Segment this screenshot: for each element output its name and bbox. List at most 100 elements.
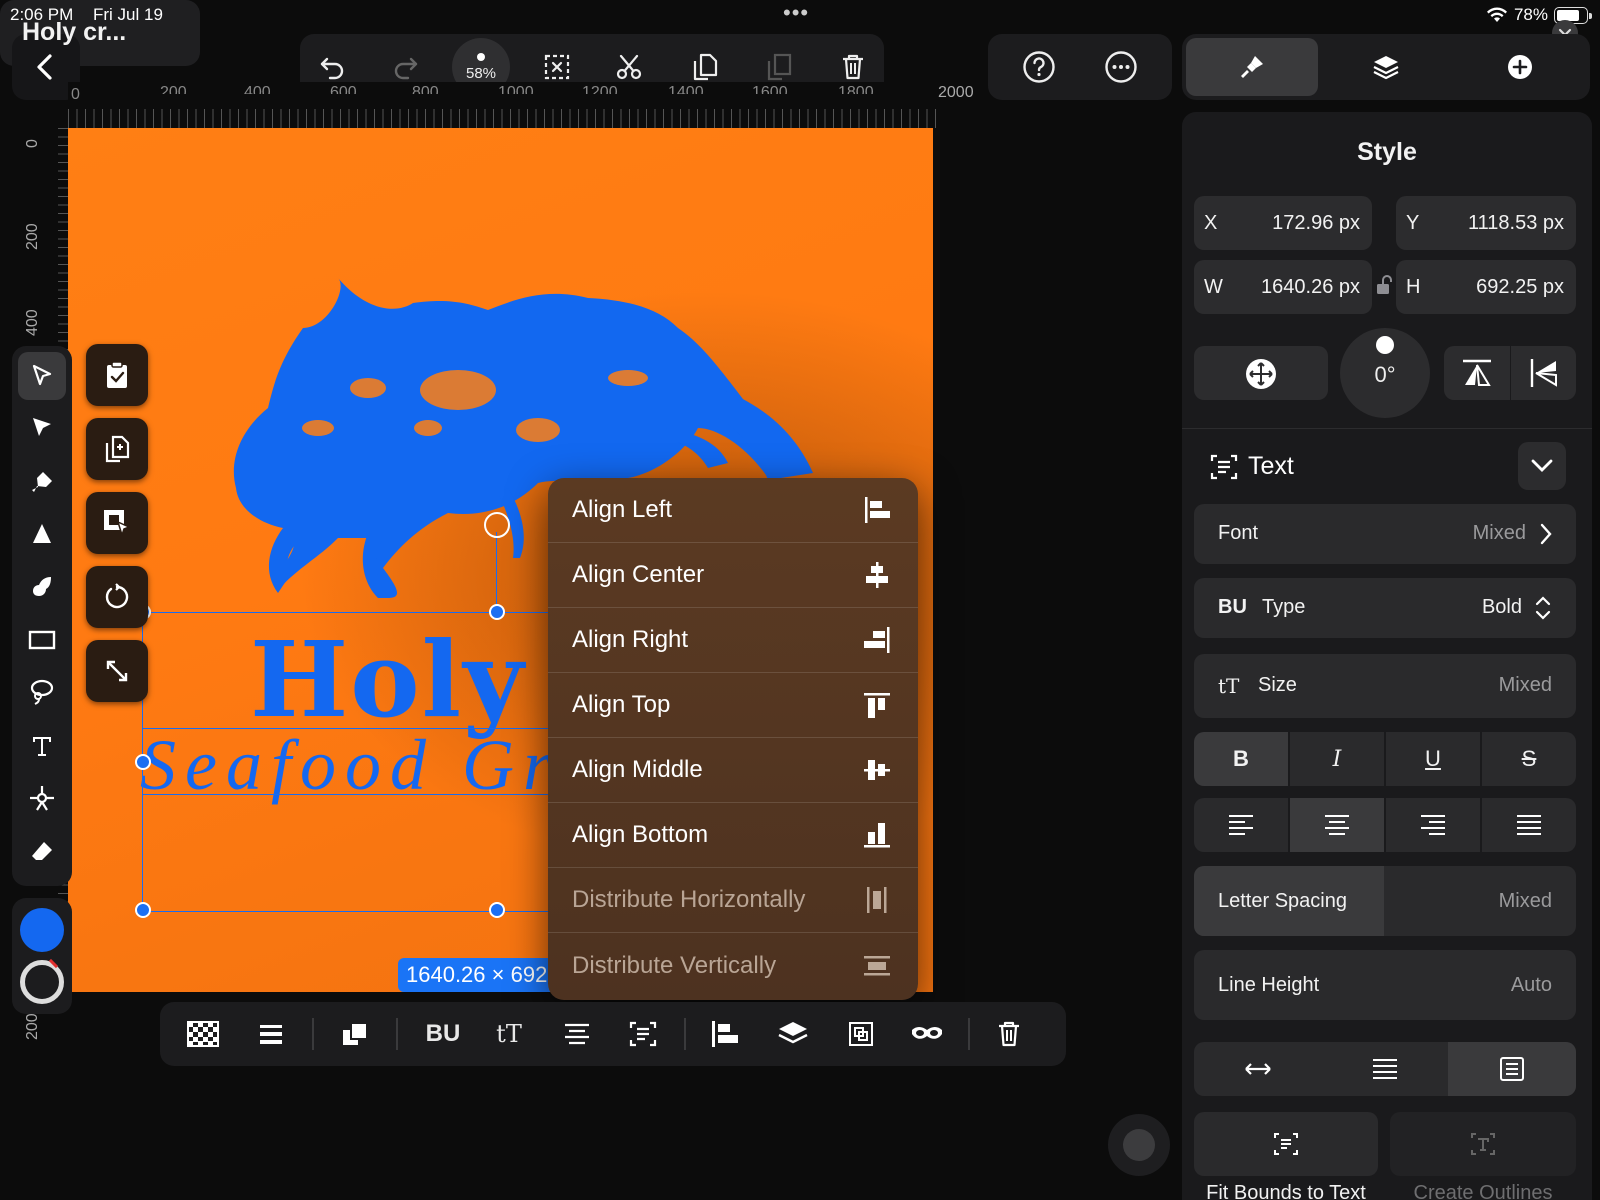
menu-item-align-right[interactable]: Align Right: [548, 608, 918, 673]
y-label: Y: [1406, 212, 1420, 234]
scale-button[interactable]: [86, 640, 148, 702]
brush-tool[interactable]: [18, 562, 66, 610]
battery-percent: 78%: [1513, 5, 1548, 24]
fixed-size-button[interactable]: [1448, 1042, 1576, 1096]
rotation-stem: [496, 532, 497, 612]
strikethrough-toggle[interactable]: S: [1482, 732, 1576, 786]
letter-spacing-row[interactable]: Letter Spacing Mixed: [1194, 866, 1576, 936]
tab-style[interactable]: [1186, 38, 1318, 96]
arrange-button[interactable]: [332, 1012, 378, 1056]
text-justify-button[interactable]: [1482, 798, 1576, 852]
type-row[interactable]: BU Type Bold: [1194, 578, 1576, 638]
auto-height-button[interactable]: [1321, 1042, 1448, 1096]
font-size-button[interactable]: tT: [486, 1012, 532, 1056]
group-button[interactable]: [838, 1012, 884, 1056]
flip-horizontal-button[interactable]: [1510, 346, 1576, 400]
align-middle-icon: [864, 760, 890, 780]
select-tool[interactable]: [18, 352, 66, 400]
ruler-tick-label: 400: [24, 309, 41, 336]
aspect-lock-button[interactable]: [1375, 274, 1393, 296]
chevron-updown-icon: [1535, 596, 1551, 620]
move-button[interactable]: [1194, 346, 1328, 400]
menu-item-align-middle[interactable]: Align Middle: [548, 738, 918, 803]
style-panel: Style X 172.96 px Y 1118.53 px W 1640.26…: [1182, 112, 1592, 1200]
menu-item-align-center[interactable]: Align Center: [548, 543, 918, 608]
text-frame-icon: [629, 1021, 657, 1047]
rotation-dial[interactable]: 0°: [1340, 328, 1430, 418]
ruler-tick-label: 200: [24, 223, 41, 250]
distribute-vertical-icon: [864, 955, 890, 975]
more-options-button[interactable]: [1098, 44, 1144, 90]
resize-handle[interactable]: [489, 902, 505, 918]
fit-bounds-button[interactable]: [1194, 1112, 1378, 1176]
direct-select-tool[interactable]: [18, 404, 66, 452]
height-field[interactable]: H 692.25 px: [1396, 260, 1576, 314]
font-row[interactable]: Font Mixed: [1194, 504, 1576, 564]
text-align-button[interactable]: [554, 1012, 600, 1056]
rotate-button[interactable]: [86, 566, 148, 628]
resize-handle[interactable]: [135, 902, 151, 918]
h-value: 692.25 px: [1476, 276, 1564, 298]
menu-item-align-bottom[interactable]: Align Bottom: [548, 803, 918, 868]
flip-vertical-button[interactable]: [1444, 346, 1510, 400]
text-section-title: Text: [1248, 452, 1294, 480]
size-icon: tT: [1218, 674, 1240, 698]
text-frame-button[interactable]: [620, 1012, 666, 1056]
lasso-tool[interactable]: [18, 668, 66, 716]
ruler-tick-label: 0: [71, 86, 80, 103]
text-section-collapse-button[interactable]: [1518, 442, 1566, 490]
node-tool[interactable]: [18, 774, 66, 822]
mask-button[interactable]: [904, 1012, 950, 1056]
menu-item-align-top[interactable]: Align Top: [548, 673, 918, 738]
menu-item-distribute-horizontally[interactable]: Distribute Horizontally: [548, 868, 918, 933]
y-position-field[interactable]: Y 1118.53 px: [1396, 196, 1576, 250]
line-height-row[interactable]: Line Height Auto: [1194, 950, 1576, 1020]
shape-tool[interactable]: [18, 616, 66, 664]
menu-item-align-left[interactable]: Align Left: [548, 478, 918, 543]
text-tool[interactable]: [18, 722, 66, 770]
menu-item-distribute-vertically[interactable]: Distribute Vertically: [548, 933, 918, 998]
pen-tool[interactable]: [18, 458, 66, 506]
select-same-button[interactable]: [86, 492, 148, 554]
text-style-segment: B I U S: [1194, 732, 1576, 786]
layers-button[interactable]: [770, 1012, 816, 1056]
unlock-icon: [1377, 275, 1392, 294]
align-button[interactable]: [702, 1012, 748, 1056]
delete-object-button[interactable]: [986, 1012, 1032, 1056]
paragraph-lines-icon: [1372, 1059, 1397, 1079]
text-align-right-button[interactable]: [1386, 798, 1480, 852]
create-outlines-button[interactable]: [1390, 1112, 1576, 1176]
paste-in-place-button[interactable]: [86, 344, 148, 406]
chevron-down-icon: [1531, 459, 1553, 472]
tab-add[interactable]: [1454, 38, 1586, 96]
resize-handle[interactable]: [135, 754, 151, 770]
text-align-left-button[interactable]: [1194, 798, 1288, 852]
transparency-button[interactable]: [180, 1012, 226, 1056]
menu-item-label: Distribute Vertically: [572, 951, 777, 979]
bold-label: B: [1233, 746, 1249, 771]
underline-toggle[interactable]: U: [1386, 732, 1480, 786]
arrange-icon: [343, 1022, 368, 1045]
x-position-field[interactable]: X 172.96 px: [1194, 196, 1372, 250]
size-row[interactable]: tT Size Mixed: [1194, 654, 1576, 718]
duplicate-button[interactable]: [86, 418, 148, 480]
resize-handle[interactable]: [489, 604, 505, 620]
back-button[interactable]: [22, 44, 68, 90]
menu-item-label: Align Middle: [572, 756, 703, 783]
rotation-knob[interactable]: [1376, 336, 1394, 354]
auto-width-button[interactable]: [1194, 1042, 1321, 1096]
rotate-handle[interactable]: [484, 512, 510, 538]
help-button[interactable]: [1016, 44, 1062, 90]
assistive-touch-button[interactable]: [1108, 1114, 1170, 1176]
pencil-tool[interactable]: [18, 510, 66, 558]
tab-layers[interactable]: [1320, 38, 1452, 96]
italic-toggle[interactable]: I: [1290, 732, 1384, 786]
eraser-tool[interactable]: [18, 828, 66, 876]
text-align-center-button[interactable]: [1290, 798, 1384, 852]
fill-color-swatch[interactable]: [20, 908, 64, 952]
multitask-dots-icon[interactable]: •••: [783, 0, 809, 26]
width-field[interactable]: W 1640.26 px: [1194, 260, 1372, 314]
text-style-button[interactable]: BU: [418, 1012, 468, 1056]
stroke-weight-button[interactable]: [248, 1012, 294, 1056]
bold-toggle[interactable]: B: [1194, 732, 1288, 786]
